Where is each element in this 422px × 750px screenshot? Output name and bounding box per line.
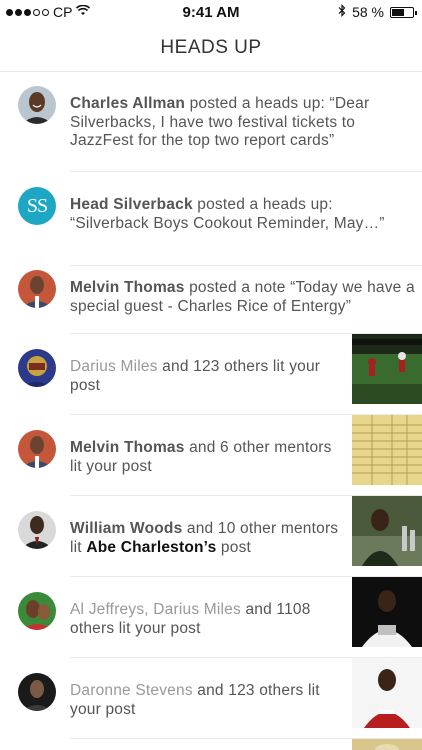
avatar[interactable] [18,511,56,549]
feed-item-al-jeffreys[interactable]: Al Jeffreys, Darius Miles and 1108 other… [0,577,422,658]
activity-text-end: post [216,538,252,556]
avatar[interactable] [18,673,56,711]
feed-item-text: Darius Miles and 123 others lit your pos… [70,358,340,395]
battery-icon [390,6,417,18]
post-thumbnail[interactable] [352,415,422,485]
user-name[interactable]: Al Jeffreys, Darius Miles [70,601,241,618]
avatar-initials: SS [26,194,48,217]
feed-item-melvin-thomas-lit[interactable]: Melvin Thomas and 6 other mentors lit yo… [0,415,422,496]
feed-item-text: Charles Allman posted a heads up: “Dear … [70,95,410,151]
feed-item-daronne-stevens[interactable]: Daronne Stevens and 123 others lit your … [0,658,422,739]
bluetooth-icon [338,4,346,20]
post-thumbnail[interactable] [352,334,422,404]
feed-item-text: Melvin Thomas and 6 other mentors lit yo… [70,439,340,476]
nav-header: HEADS UP [0,24,422,72]
status-right: 58 % [338,4,417,20]
feed-item-text: Head Silverback posted a heads up: “Silv… [70,196,410,233]
feed-item-charles-allman[interactable]: Charles Allman posted a heads up: “Dear … [0,72,422,172]
avatar[interactable] [18,592,56,630]
avatar[interactable] [18,270,56,308]
user-name[interactable]: Darius Miles [70,358,158,375]
target-user-name[interactable]: Abe Charleston’s [86,539,216,556]
avatar[interactable] [18,349,56,387]
feed-item-text: Al Jeffreys, Darius Miles and 1108 other… [70,601,340,638]
page-title: HEADS UP [160,36,262,58]
feed-item-partial[interactable] [0,739,422,750]
feed-item-darius-miles[interactable]: Darius Miles and 123 others lit your pos… [0,334,422,415]
feed-item-text: Daronne Stevens and 123 others lit your … [70,682,340,719]
post-thumbnail[interactable] [352,658,422,728]
avatar[interactable] [18,86,56,124]
feed-item-william-woods[interactable]: William Woods and 10 other mentors lit A… [0,496,422,577]
user-name[interactable]: Melvin Thomas [70,439,185,456]
user-name[interactable]: William Woods [70,520,182,537]
avatar[interactable]: SS [18,187,56,225]
user-name[interactable]: Melvin Thomas [70,279,185,296]
post-thumbnail[interactable] [352,496,422,566]
feed-item-text: William Woods and 10 other mentors lit A… [70,520,340,557]
battery-percent: 58 % [352,4,384,20]
user-name[interactable]: Daronne Stevens [70,682,193,699]
feed-item-head-silverback[interactable]: SS Head Silverback posted a heads up: “S… [0,172,422,266]
battery-fill [392,8,404,16]
avatar[interactable] [18,430,56,468]
post-thumbnail[interactable] [352,577,422,647]
user-name[interactable]: Charles Allman [70,95,185,112]
user-name[interactable]: Head Silverback [70,196,193,213]
feed-item-text: Melvin Thomas posted a note “Today we ha… [70,279,415,316]
post-thumbnail[interactable] [352,739,422,750]
status-bar: CP 9:41 AM 58 % [0,0,422,24]
